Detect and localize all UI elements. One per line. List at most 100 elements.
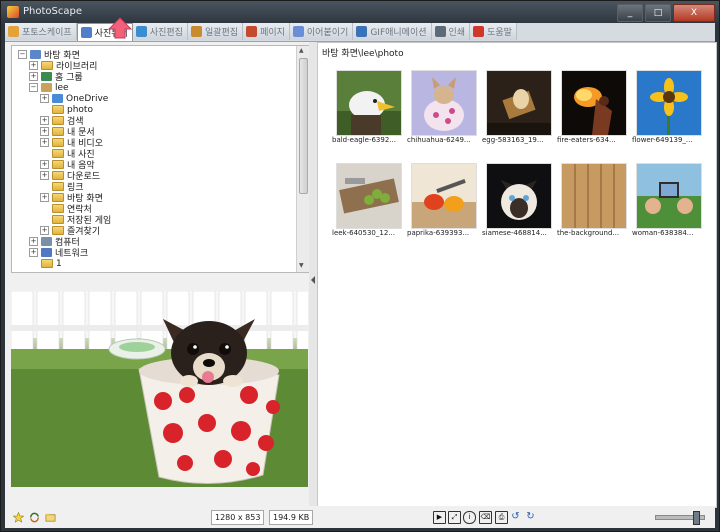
thumbnail-caption: leek-640530_12... (332, 229, 395, 237)
thumbnail-item[interactable]: fire-eaters-634... (557, 70, 629, 148)
thumbnail-image[interactable] (561, 163, 627, 229)
expand-icon[interactable]: + (40, 138, 49, 147)
zoom-slider-knob[interactable] (693, 511, 700, 525)
tab-2[interactable]: 사진편집 (132, 23, 188, 40)
info-icon[interactable]: i (463, 511, 476, 524)
thumbnail-caption: woman-638384... (632, 229, 694, 237)
thumbnail-image[interactable] (336, 70, 402, 136)
delete-icon[interactable]: ⌫ (479, 511, 492, 524)
thumbnail-image[interactable] (486, 163, 552, 229)
tree-item[interactable]: + 홈 그룹 (29, 71, 83, 83)
maximize-button[interactable]: □ (645, 4, 671, 22)
expand-icon[interactable]: + (29, 61, 38, 70)
image-dimensions: 1280 x 853 (211, 510, 265, 525)
thumbnail-image[interactable] (411, 70, 477, 136)
expand-icon[interactable]: + (29, 72, 38, 81)
tab-5[interactable]: 이어붙이기 (289, 23, 354, 40)
folder-icon (41, 259, 53, 268)
thumbnail-image[interactable] (411, 163, 477, 229)
thumbnail-caption: flower-649139_... (632, 136, 693, 144)
thumbnail-item[interactable]: flower-649139_... (632, 70, 704, 148)
print-icon[interactable]: ⎙ (495, 511, 508, 524)
folder-icon (52, 204, 64, 213)
thumbnail-item[interactable]: chihuahua-6249... (407, 70, 479, 148)
thumbnail-caption: the-background... (557, 229, 620, 237)
thumbnail-item[interactable]: siamese-468814... (482, 163, 554, 241)
tab-icon (190, 26, 202, 37)
rotate-right-icon[interactable]: ↻ (525, 511, 536, 522)
folder-icon (52, 226, 64, 235)
expand-icon[interactable]: + (40, 226, 49, 235)
tab-icon (8, 26, 19, 37)
thumbnail-image[interactable] (336, 163, 402, 229)
tab-label: 일괄편집 (204, 28, 239, 38)
tree-item[interactable]: + 네트워크 (29, 247, 88, 259)
tab-icon (80, 27, 92, 38)
expand-icon[interactable]: + (40, 116, 49, 125)
tree-scroll-thumb[interactable] (299, 58, 308, 194)
thumbnail-item[interactable]: paprika-639393... (407, 163, 479, 241)
folder-icon (52, 160, 64, 169)
thumbnail-item[interactable]: the-background... (557, 163, 629, 241)
tab-icon (246, 26, 258, 37)
thumbnail-image[interactable] (636, 70, 702, 136)
tab-4[interactable]: 페이지 (243, 23, 290, 40)
desktop-icon (30, 50, 41, 59)
folder-icon (41, 61, 53, 70)
expand-icon (40, 105, 49, 114)
tab-0[interactable]: 포토스케이프 (5, 23, 77, 40)
client-area: ▲ ▼ − 바탕 화면 + 라이브러리 + 홈 그룹 − lee + OneDrive photo +… (5, 42, 717, 528)
thumbnail-image[interactable] (636, 163, 702, 229)
folder-icon (52, 149, 64, 158)
thumbnail-caption: paprika-639393... (407, 229, 470, 237)
tree-item-label: OneDrive (66, 93, 109, 104)
tab-icon (434, 26, 446, 37)
scroll-down-icon[interactable]: ▼ (299, 262, 304, 269)
folder-tree[interactable]: ▲ ▼ − 바탕 화면 + 라이브러리 + 홈 그룹 − lee + OneDrive photo +… (11, 45, 310, 273)
tab-7[interactable]: 인쇄 (431, 23, 471, 40)
tab-label: 사진편집 (149, 28, 183, 38)
play-slideshow-icon[interactable]: ▶ (433, 511, 446, 524)
expand-icon[interactable]: + (40, 193, 49, 202)
minimize-button[interactable]: _ (617, 4, 643, 22)
thumbnail-image[interactable] (561, 70, 627, 136)
image-preview (11, 291, 308, 487)
collapse-icon[interactable]: − (18, 50, 27, 59)
tab-3[interactable]: 일괄편집 (187, 23, 244, 40)
expand-icon[interactable]: + (40, 171, 49, 180)
scroll-up-icon[interactable]: ▲ (299, 47, 304, 54)
tree-scrollbar[interactable]: ▲ ▼ (296, 46, 309, 272)
thumbnail-image[interactable] (486, 70, 552, 136)
folder-open-icon[interactable] (45, 512, 56, 523)
thumbnail-caption: bald-eagle-6392... (332, 136, 396, 144)
expand-icon[interactable]: + (29, 237, 38, 246)
star-icon[interactable] (13, 512, 24, 523)
home-icon (41, 72, 52, 81)
collapse-icon[interactable]: − (29, 83, 38, 92)
thumbnail-caption: egg-583163_19... (482, 136, 544, 144)
rotate-left-icon[interactable]: ↺ (510, 511, 521, 522)
expand-icon[interactable]: + (40, 127, 49, 136)
thumbnail-item[interactable]: egg-583163_19... (482, 70, 554, 148)
expand-icon[interactable]: + (40, 160, 49, 169)
tab-label: 페이지 (260, 28, 285, 38)
expand-icon[interactable]: + (29, 248, 38, 257)
thumbnail-caption: fire-eaters-634... (557, 136, 616, 144)
pane-splitter[interactable] (309, 42, 317, 528)
folder-icon (52, 105, 64, 114)
close-button[interactable]: X (673, 4, 715, 22)
tab-label: 도움말 (487, 28, 512, 38)
tab-8[interactable]: 도움말 (470, 23, 517, 40)
zoom-slider[interactable] (655, 511, 705, 525)
tree-item[interactable]: − lee (29, 82, 69, 93)
expand-icon[interactable]: + (40, 94, 49, 103)
fullscreen-icon[interactable]: ⤢ (448, 511, 461, 524)
folder-icon (52, 215, 64, 224)
refresh-icon[interactable] (29, 512, 40, 523)
tab-6[interactable]: GIF애니메이션 (353, 23, 432, 40)
thumbnail-item[interactable]: woman-638384... (632, 163, 704, 241)
thumbnail-item[interactable]: bald-eagle-6392... (332, 70, 404, 148)
tree-item[interactable]: + OneDrive (40, 93, 108, 104)
tree-item[interactable]: 1 (29, 258, 62, 269)
thumbnail-item[interactable]: leek-640530_12... (332, 163, 404, 241)
